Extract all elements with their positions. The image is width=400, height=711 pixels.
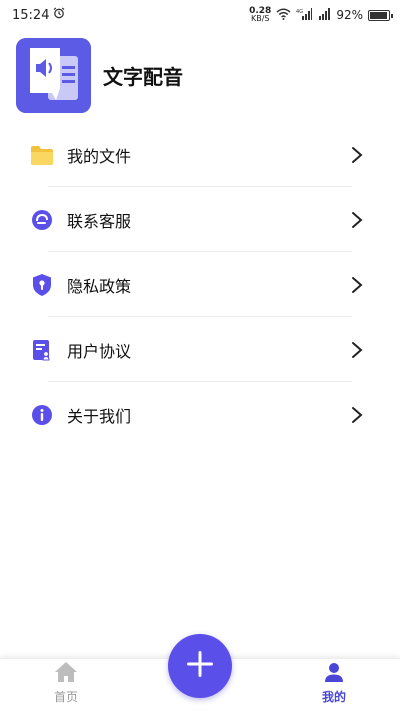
- menu-item-label: 用户协议: [67, 341, 132, 361]
- settings-menu: 我的文件 联系客服 隐私政策 用户协议 关于我们: [0, 122, 400, 447]
- menu-item-about-us[interactable]: 关于我们: [0, 382, 400, 447]
- tab-mine-label: 我的: [321, 690, 346, 704]
- status-right: 0.28 KB/S 4G 92%: [249, 7, 393, 23]
- menu-item-my-files[interactable]: 我的文件: [0, 122, 400, 187]
- menu-item-customer-service[interactable]: 联系客服: [0, 187, 400, 252]
- status-left: 15:24: [12, 7, 65, 23]
- signal-icon: [317, 7, 331, 23]
- signal-4g-icon: 4G: [296, 7, 313, 23]
- menu-item-label: 联系客服: [67, 211, 132, 231]
- folder-icon: [30, 143, 54, 167]
- battery-icon: [368, 9, 393, 21]
- menu-item-user-agreement[interactable]: 用户协议: [0, 317, 400, 382]
- status-bar: 15:24 0.28 KB/S 4G 92%: [0, 0, 400, 30]
- user-agreement-icon: [30, 338, 54, 362]
- info-icon: [30, 403, 54, 427]
- chevron-right-icon: [350, 210, 364, 230]
- privacy-shield-icon: [30, 273, 54, 297]
- tab-home-label: 首页: [53, 690, 78, 704]
- user-icon: [323, 661, 345, 688]
- menu-item-label: 隐私政策: [67, 276, 132, 296]
- status-time: 15:24: [12, 7, 50, 23]
- alarm-icon: [53, 7, 65, 23]
- tab-mine[interactable]: 我的: [304, 661, 364, 705]
- wifi-icon: [276, 8, 291, 23]
- net-speed: 0.28 KB/S: [249, 7, 271, 23]
- battery-fill: [370, 11, 387, 19]
- net-speed-unit: KB/S: [250, 14, 270, 23]
- tab-home[interactable]: 首页: [36, 661, 96, 705]
- menu-item-label: 我的文件: [67, 146, 132, 166]
- battery-percent: 92%: [336, 8, 363, 22]
- app-header: 文字配音: [16, 38, 183, 113]
- home-icon: [54, 661, 78, 688]
- add-button[interactable]: [168, 634, 232, 698]
- chevron-right-icon: [350, 405, 364, 425]
- app-logo-icon: [16, 38, 91, 113]
- plus-icon: [185, 649, 215, 683]
- app-title: 文字配音: [103, 65, 183, 89]
- menu-item-label: 关于我们: [67, 406, 132, 426]
- menu-item-privacy-policy[interactable]: 隐私政策: [0, 252, 400, 317]
- chevron-right-icon: [350, 145, 364, 165]
- chevron-right-icon: [350, 340, 364, 360]
- customer-service-icon: [30, 208, 54, 232]
- chevron-right-icon: [350, 275, 364, 295]
- svg-text:4G: 4G: [296, 9, 303, 15]
